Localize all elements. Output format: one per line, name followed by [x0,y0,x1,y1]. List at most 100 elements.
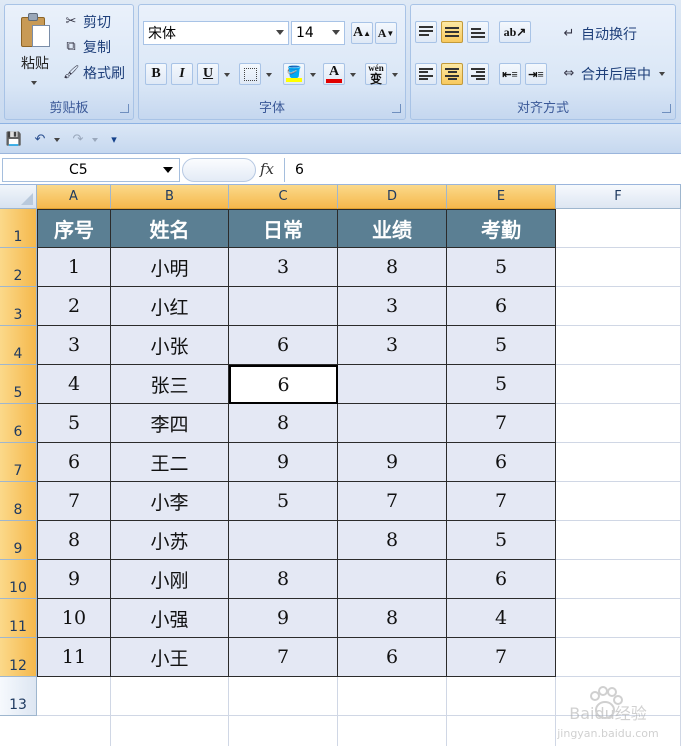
grow-font-button[interactable]: A ▲ [351,22,373,44]
column-header-c[interactable]: C [229,185,338,209]
increase-indent-button[interactable]: ⇥≡ [525,63,547,85]
column-header-b[interactable]: B [111,185,229,209]
select-all-button[interactable] [0,185,37,209]
table-cell[interactable]: 3 [37,326,111,365]
align-right-button[interactable] [467,63,489,85]
table-cell[interactable]: 9 [229,443,338,482]
table-cell[interactable]: 4 [447,599,556,638]
cut-button[interactable]: ✂ 剪切 [63,11,111,33]
table-cell[interactable]: 5 [447,365,556,404]
merge-center-button[interactable]: ⇔ 合并后居中 [561,63,665,85]
undo-dropdown-icon[interactable] [54,138,60,142]
table-cell[interactable]: 6 [338,638,447,677]
borders-button[interactable] [239,63,261,85]
clipboard-launcher-icon[interactable] [120,104,129,113]
formula-splitter[interactable] [182,158,256,182]
table-cell[interactable]: 5 [229,482,338,521]
row-header-9[interactable]: 9 [0,521,37,560]
table-header-cell[interactable]: 业绩 [338,209,447,248]
font-family-select[interactable]: 宋体 [143,21,289,45]
row-header-8[interactable]: 8 [0,482,37,521]
table-cell[interactable]: 5 [37,404,111,443]
row-header-2[interactable]: 2 [0,248,37,287]
underline-dropdown-icon[interactable] [224,73,230,77]
fill-color-dropdown-icon[interactable] [310,73,316,77]
font-color-dropdown-icon[interactable] [350,73,356,77]
row-header-3[interactable]: 3 [0,287,37,326]
row-header-12[interactable]: 12 [0,638,37,677]
row-header-11[interactable]: 11 [0,599,37,638]
row-header-13[interactable]: 13 [0,677,37,716]
row-header-4[interactable]: 4 [0,326,37,365]
insert-function-icon[interactable]: fx [260,160,274,178]
table-cell[interactable]: 8 [37,521,111,560]
table-cell[interactable]: 11 [37,638,111,677]
table-cell[interactable]: 10 [37,599,111,638]
table-cell[interactable]: 6 [229,365,338,404]
table-cell[interactable] [338,404,447,443]
align-top-button[interactable] [415,21,437,43]
table-cell[interactable]: 小苏 [111,521,229,560]
table-cell[interactable]: 9 [37,560,111,599]
wrap-text-button[interactable]: ↵ 自动换行 [561,23,637,45]
alignment-launcher-icon[interactable] [662,104,671,113]
table-cell[interactable]: 8 [338,599,447,638]
table-cell[interactable]: 1 [37,248,111,287]
table-cell[interactable]: 9 [338,443,447,482]
table-cell[interactable]: 6 [447,287,556,326]
table-cell[interactable]: 小刚 [111,560,229,599]
table-cell[interactable]: 3 [338,326,447,365]
customize-qat-icon[interactable]: ▾ [106,131,122,147]
table-cell[interactable]: 5 [447,521,556,560]
table-cell[interactable]: 3 [229,248,338,287]
name-box[interactable]: C5 [2,158,180,182]
table-cell[interactable]: 小红 [111,287,229,326]
align-bottom-button[interactable] [467,21,489,43]
align-center-button[interactable] [441,63,463,85]
table-cell[interactable]: 5 [447,326,556,365]
table-header-cell[interactable]: 序号 [37,209,111,248]
row-header-5[interactable]: 5 [0,365,37,404]
table-cell[interactable]: 李四 [111,404,229,443]
phonetic-dropdown-icon[interactable] [392,73,398,77]
column-header-a[interactable]: A [37,185,111,209]
table-cell[interactable]: 4 [37,365,111,404]
table-cell[interactable]: 8 [229,404,338,443]
table-cell[interactable]: 3 [338,287,447,326]
formula-input[interactable]: 6 [284,158,678,182]
column-header-f[interactable]: F [556,185,681,209]
column-header-e[interactable]: E [447,185,556,209]
table-cell[interactable] [338,560,447,599]
table-cell[interactable]: 6 [447,443,556,482]
format-painter-button[interactable]: 🖌 格式刷 [63,62,125,84]
table-cell[interactable]: 7 [447,638,556,677]
table-cell[interactable]: 小张 [111,326,229,365]
row-header-6[interactable]: 6 [0,404,37,443]
table-cell[interactable]: 8 [338,521,447,560]
font-color-button[interactable]: A [323,63,345,85]
align-left-button[interactable] [415,63,437,85]
fill-color-button[interactable]: 🪣 [283,63,305,85]
table-cell[interactable]: 6 [447,560,556,599]
table-cell[interactable]: 7 [447,482,556,521]
table-cell[interactable]: 8 [229,560,338,599]
copy-button[interactable]: ⧉ 复制 [63,36,111,58]
table-cell[interactable]: 小王 [111,638,229,677]
paste-dropdown-icon[interactable] [31,81,37,85]
table-cell[interactable] [338,365,447,404]
table-cell[interactable]: 7 [37,482,111,521]
font-size-select[interactable]: 14 [291,21,345,45]
font-launcher-icon[interactable] [392,104,401,113]
row-header-10[interactable]: 10 [0,560,37,599]
table-cell[interactable] [229,287,338,326]
table-cell[interactable]: 7 [447,404,556,443]
table-cell[interactable]: 6 [229,326,338,365]
italic-button[interactable]: I [171,63,193,85]
shrink-font-button[interactable]: A ▼ [375,22,397,44]
merge-center-dropdown-icon[interactable] [659,72,665,76]
undo-icon[interactable]: ↶ [32,131,48,147]
bold-button[interactable]: B [145,63,167,85]
table-cell[interactable]: 5 [447,248,556,287]
table-cell[interactable]: 7 [229,638,338,677]
table-header-cell[interactable]: 日常 [229,209,338,248]
